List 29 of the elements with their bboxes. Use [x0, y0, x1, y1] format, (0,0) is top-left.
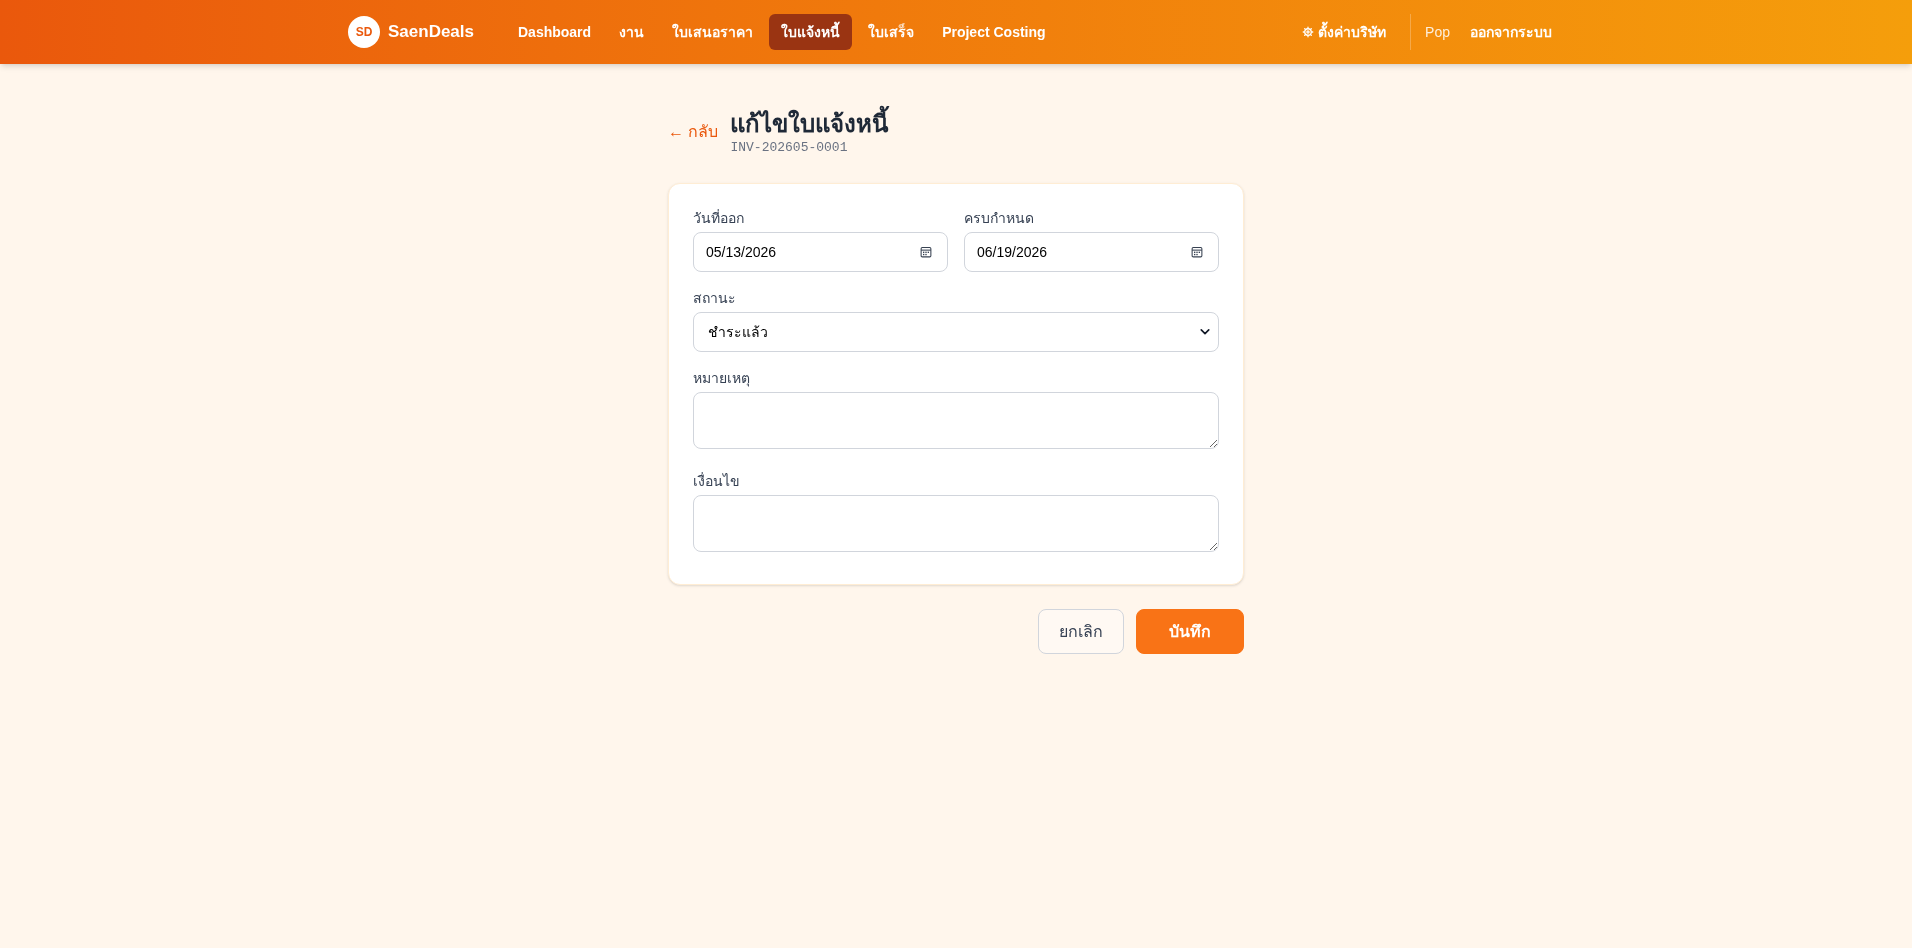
nav-link[interactable]: ใบเสนอราคา [660, 14, 766, 50]
field-label: วันที่ออก [693, 208, 745, 228]
back-link[interactable]: ← กลับ [668, 120, 719, 144]
brand-name: SaenDeals [388, 21, 474, 44]
calendar-icon [1191, 246, 1203, 258]
nav-link[interactable]: ใบเสร็จ [856, 14, 927, 50]
settings-icon [1302, 26, 1315, 38]
logout-link[interactable]: ออกจากระบบ [1458, 14, 1564, 50]
text-area-field[interactable] [693, 495, 1219, 552]
settings-link[interactable]: ตั้งค่าบริษัท [1290, 14, 1399, 50]
logo-mark: SD [348, 16, 380, 48]
nav-link[interactable]: ใบแจ้งหนี้ [769, 14, 853, 50]
nav-link[interactable]: Project Costing [930, 14, 1058, 50]
field-label: สถานะ [693, 289, 737, 308]
nav-link[interactable]: งาน [607, 14, 657, 50]
save-button[interactable]: บันทึก [1136, 609, 1244, 654]
chevron-down-icon [1200, 328, 1210, 336]
field-label: หมายเหตุ [693, 369, 751, 388]
field-label: ครบกำหนด [964, 209, 1035, 228]
nav-link[interactable]: Dashboard [506, 14, 604, 50]
date-field[interactable]: 06/19/2026 [964, 232, 1219, 272]
field-label: เงื่อนไข [693, 471, 741, 491]
calendar-icon [920, 246, 932, 258]
invoice-number: INV-202605-0001 [730, 140, 849, 156]
text-area-field[interactable] [693, 392, 1219, 449]
date-field[interactable]: 05/13/2026 [693, 232, 948, 272]
user-name: Pop [1424, 23, 1450, 42]
cancel-button[interactable]: ยกเลิก [1038, 609, 1124, 654]
status-dropdown[interactable]: ชำระแล้ว [693, 312, 1219, 352]
